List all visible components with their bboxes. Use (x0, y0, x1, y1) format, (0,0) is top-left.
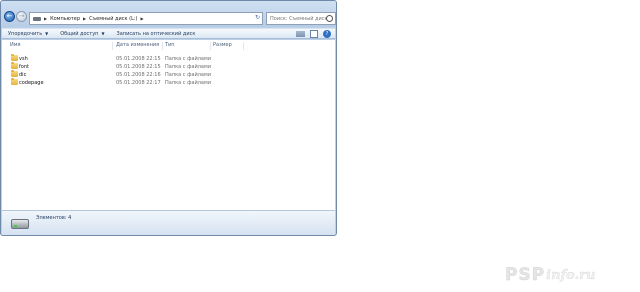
file-list: Имя Дата изменения Тип Размер vsh 05.01.… (2, 40, 335, 210)
file-name: font (19, 64, 29, 70)
column-divider[interactable] (210, 42, 211, 50)
item-count: Элементов: 4 (36, 215, 72, 221)
column-header-size[interactable]: Размер (213, 42, 232, 48)
chevron-right-icon[interactable]: ▶ (44, 16, 47, 21)
watermark-psp: PSP (505, 265, 546, 285)
breadcrumb-computer[interactable]: Компьютер (50, 16, 80, 22)
file-type: Папка с файлами (165, 80, 211, 86)
details-pane: Элементов: 4 (2, 210, 335, 235)
file-date: 05.01.2008 22:15 (116, 56, 161, 62)
share-label: Общий доступ (60, 30, 99, 37)
preview-pane-icon[interactable] (310, 30, 318, 38)
forward-button[interactable]: → (16, 11, 27, 22)
burn-button[interactable]: Записать на оптический диск (111, 31, 202, 37)
chevron-right-icon[interactable]: ▶ (83, 16, 86, 21)
drive-icon (33, 16, 41, 21)
watermark-info: info.ru (546, 267, 596, 283)
address-bar[interactable]: ▶ Компьютер ▶ Съемный диск (L:) ▶ ↻ (29, 12, 263, 25)
file-type: Папка с файлами (165, 64, 211, 70)
folder-icon (11, 78, 18, 85)
chevron-right-icon[interactable]: ▶ (141, 16, 144, 21)
file-date: 05.01.2008 22:15 (116, 64, 161, 70)
watermark-logo: PSP info.ru (505, 264, 635, 286)
chevron-down-icon: ▼ (45, 31, 49, 36)
file-type: Папка с файлами (165, 56, 211, 62)
file-row[interactable]: codepage 05.01.2008 22:17 Папка с файлам… (2, 78, 232, 87)
column-divider[interactable] (243, 42, 244, 50)
column-headers: Имя Дата изменения Тип Размер (2, 40, 335, 51)
file-row[interactable]: font 05.01.2008 22:15 Папка с файлами (2, 62, 232, 71)
folder-icon (11, 62, 18, 69)
navigation-bar: ← → ▶ Компьютер ▶ Съемный диск (L:) ▶ ↻ (1, 1, 336, 27)
file-name: vsh (19, 56, 28, 62)
arrow-left-icon: ← (6, 12, 13, 20)
organize-label: Упорядочить (8, 30, 43, 37)
command-bar: Упорядочить ▼ Общий доступ ▼ Записать на… (2, 28, 335, 39)
column-divider[interactable] (112, 42, 113, 50)
removable-drive-icon (11, 219, 29, 229)
chevron-down-icon: ▼ (101, 31, 105, 36)
file-date: 05.01.2008 22:17 (116, 80, 161, 86)
burn-label: Записать на оптический диск (116, 30, 196, 37)
help-icon[interactable]: ? (323, 30, 331, 38)
folder-icon (11, 70, 18, 77)
organize-button[interactable]: Упорядочить ▼ (2, 31, 54, 37)
file-name: dic (19, 72, 27, 78)
view-options-icon[interactable] (296, 31, 305, 37)
explorer-window: ← → ▶ Компьютер ▶ Съемный диск (L:) ▶ ↻ … (0, 0, 337, 236)
column-header-type[interactable]: Тип (165, 42, 175, 48)
column-header-name[interactable]: Имя (10, 42, 21, 48)
arrow-right-icon: → (18, 12, 25, 20)
file-type: Папка с файлами (165, 72, 211, 78)
search-input[interactable] (270, 13, 328, 24)
file-date: 05.01.2008 22:16 (116, 72, 161, 78)
folder-icon (11, 54, 18, 61)
column-header-date[interactable]: Дата изменения (116, 42, 159, 48)
file-name: codepage (19, 80, 44, 86)
back-button[interactable]: ← (4, 11, 15, 22)
share-button[interactable]: Общий доступ ▼ (54, 31, 110, 37)
view-controls: ? (296, 30, 331, 38)
refresh-icon[interactable]: ↻ (255, 14, 260, 21)
file-row[interactable]: vsh 05.01.2008 22:15 Папка с файлами (2, 54, 232, 63)
breadcrumb-removable-disk[interactable]: Съемный диск (L:) (89, 16, 137, 22)
column-divider[interactable] (162, 42, 163, 50)
search-icon[interactable] (326, 15, 333, 22)
file-row[interactable]: dic 05.01.2008 22:16 Папка с файлами (2, 70, 232, 79)
search-box[interactable] (266, 12, 336, 25)
